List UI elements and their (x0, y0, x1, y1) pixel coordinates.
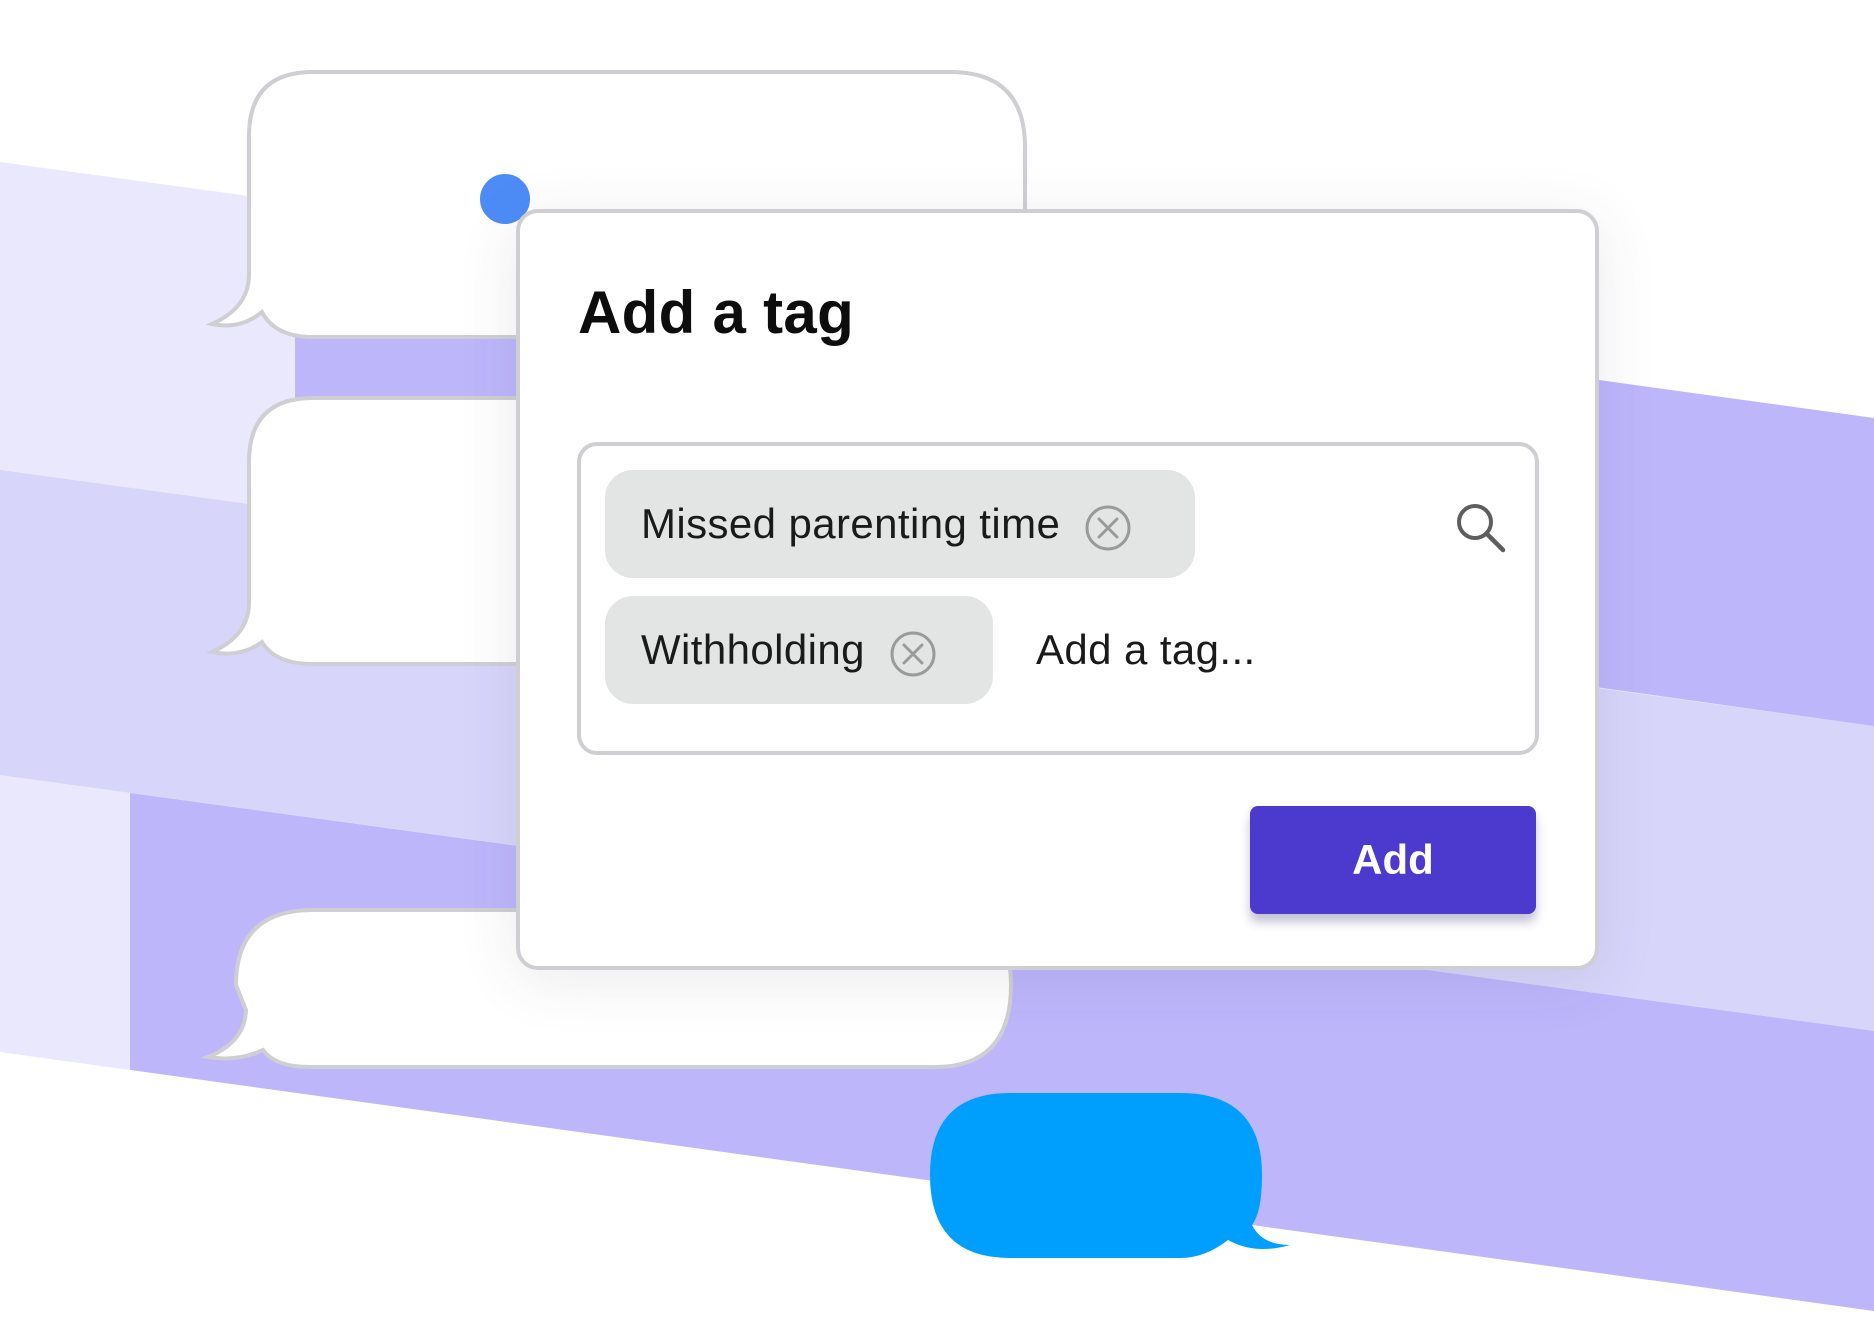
tag-input-field[interactable]: Missed parenting time Withholding (577, 442, 1539, 755)
add-tag-dialog: Add a tag Missed parenting time Withhold… (516, 209, 1599, 970)
search-icon[interactable] (1451, 498, 1511, 558)
close-circle-icon[interactable] (1084, 504, 1132, 552)
tag-chip-label: Missed parenting time (641, 500, 1061, 547)
tag-chip: Missed parenting time (605, 470, 1195, 578)
dialog-title: Add a tag (578, 279, 855, 346)
tag-chip-label: Withholding (641, 626, 865, 673)
add-button[interactable]: Add (1250, 806, 1536, 914)
close-circle-icon[interactable] (889, 630, 937, 678)
tag-text-input[interactable] (1036, 611, 1436, 689)
chat-bubble-sent (930, 1093, 1290, 1258)
tag-chip: Withholding (605, 596, 993, 704)
